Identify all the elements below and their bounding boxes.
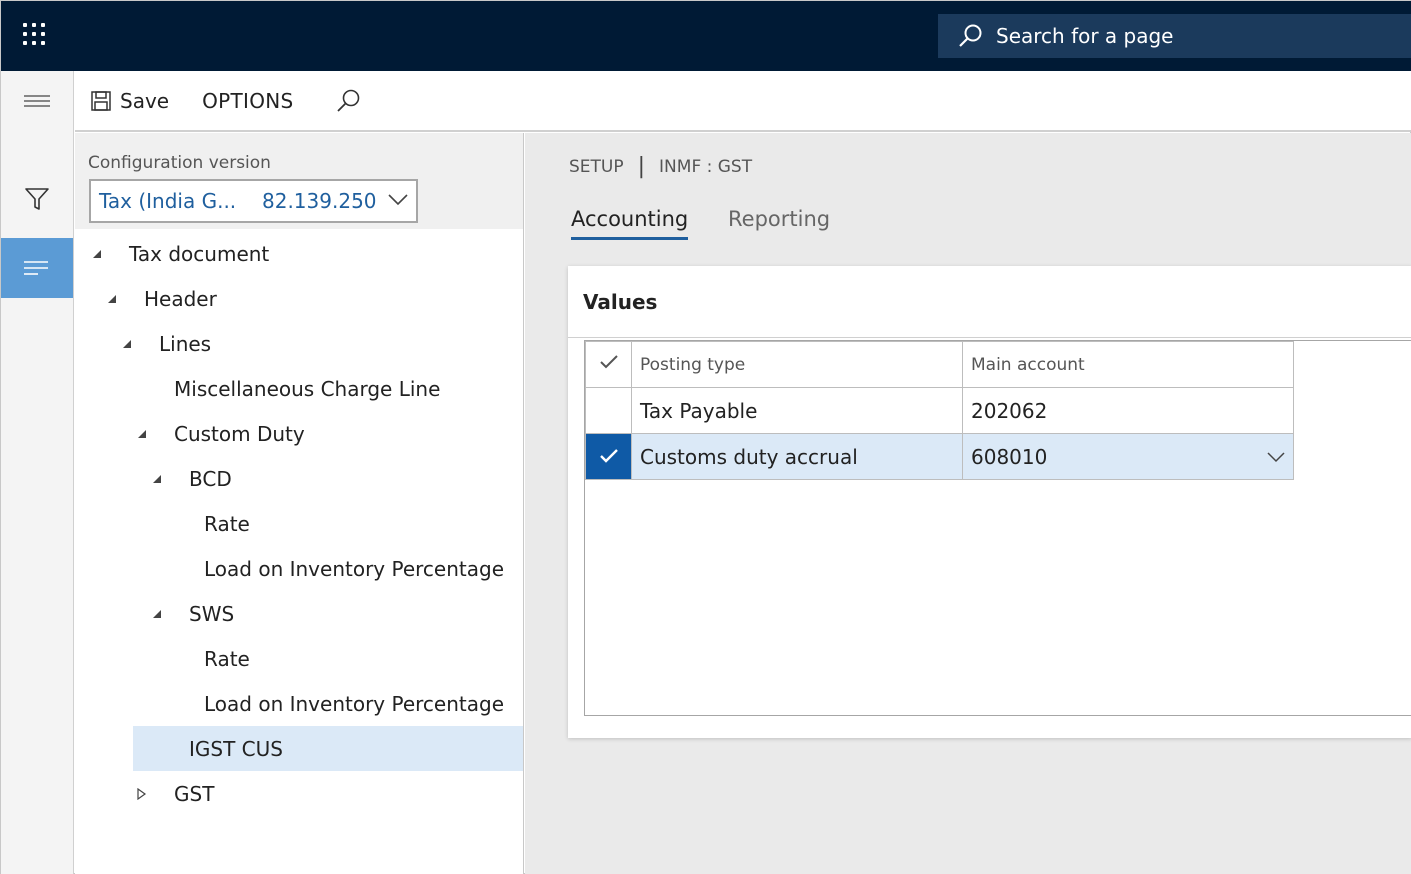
divider <box>568 337 1411 338</box>
tree-node[interactable]: Rate <box>75 501 523 546</box>
list-view-button[interactable] <box>1 238 73 298</box>
chevron-down-icon <box>388 194 408 206</box>
save-icon <box>91 90 111 111</box>
tree-node-label: Load on Inventory Percentage <box>204 691 504 716</box>
filter-icon <box>25 188 49 210</box>
tree-node-label: Lines <box>159 331 212 356</box>
hamburger-icon <box>24 95 50 107</box>
tree-node[interactable]: Custom Duty <box>75 411 523 456</box>
tree-node-label: Tax document <box>129 241 270 266</box>
values-card-title: Values <box>583 290 658 314</box>
nav-rail <box>1 71 74 874</box>
tree-node-label: SWS <box>189 601 235 626</box>
tree-node[interactable]: GST <box>75 771 523 816</box>
tree-panel: Configuration version Tax (India G... 82… <box>75 133 524 874</box>
save-label: Save <box>120 88 170 113</box>
main-account-value: 608010 <box>971 444 1048 469</box>
checkmark-icon <box>599 355 618 369</box>
tree-node[interactable]: Tax document <box>75 231 523 276</box>
values-card: Values Posting type Main account Tax Pay… <box>568 266 1411 738</box>
breadcrumb: SETUP | INMF : GST <box>569 154 752 179</box>
tree-node-label: Custom Duty <box>174 421 305 446</box>
tree-node[interactable]: Miscellaneous Charge Line <box>75 366 523 411</box>
configuration-version-number: 82.139.250 <box>262 189 377 213</box>
configuration-version-label: Configuration version <box>88 153 271 173</box>
configuration-area: Configuration version Tax (India G... 82… <box>75 133 523 229</box>
options-label: OPTIONS <box>202 88 294 113</box>
main-content: SETUP | INMF : GST Accounting Reporting … <box>525 133 1411 874</box>
configuration-name: Tax (India G... <box>99 189 237 213</box>
table-row-selected[interactable]: Customs duty accrual 608010 <box>585 433 1294 480</box>
tree-node-label: Rate <box>204 511 250 536</box>
checkmark-icon <box>599 448 618 463</box>
main-account-lookup[interactable]: 608010 <box>962 433 1294 480</box>
tab-accounting[interactable]: Accounting <box>571 207 689 240</box>
action-bar: Save OPTIONS <box>75 71 1411 132</box>
tree-node[interactable]: SWS <box>75 591 523 636</box>
tree-node-label: Header <box>144 286 217 311</box>
tree-node[interactable]: Load on Inventory Percentage <box>75 681 523 726</box>
breadcrumb-section: SETUP <box>569 156 624 177</box>
tree-node[interactable]: Header <box>75 276 523 321</box>
breadcrumb-separator: | <box>637 154 646 179</box>
find-button[interactable] <box>336 88 362 114</box>
search-box[interactable]: Search for a page <box>938 14 1411 58</box>
options-button[interactable]: OPTIONS <box>202 89 293 113</box>
grid-header-row: Posting type Main account <box>585 341 1294 388</box>
tree-node-label: Rate <box>204 646 250 671</box>
search-icon <box>336 89 359 112</box>
row-select-checkbox[interactable] <box>585 387 632 434</box>
search-placeholder: Search for a page <box>996 24 1174 48</box>
row-select-checkbox[interactable] <box>585 433 632 480</box>
save-button[interactable]: Save <box>90 89 169 113</box>
expanded-triangle-icon[interactable] <box>136 428 148 440</box>
column-header-posting-type[interactable]: Posting type <box>631 341 963 388</box>
breadcrumb-item: INMF : GST <box>659 156 753 177</box>
configuration-version-dropdown[interactable]: Tax (India G... 82.139.250 <box>89 179 418 223</box>
tree-node-label: Miscellaneous Charge Line <box>174 376 441 401</box>
search-icon <box>959 24 982 47</box>
main-account-cell[interactable]: 202062 <box>962 387 1294 434</box>
expanded-triangle-icon[interactable] <box>151 473 163 485</box>
expanded-triangle-icon[interactable] <box>121 338 133 350</box>
tree-node[interactable]: Lines <box>75 321 523 366</box>
tree-node-label: GST <box>174 781 215 806</box>
table-row[interactable]: Tax Payable 202062 <box>585 387 1294 434</box>
tree-node[interactable]: IGST CUS <box>133 726 523 771</box>
hamburger-menu-button[interactable] <box>1 71 73 131</box>
app-launcher-icon[interactable] <box>23 23 49 49</box>
tree-node-label: BCD <box>189 466 232 491</box>
top-bar: Search for a page <box>1 1 1411 71</box>
tree-node[interactable]: Rate <box>75 636 523 681</box>
select-all-checkbox[interactable] <box>585 341 632 388</box>
tree-node[interactable]: BCD <box>75 456 523 501</box>
expanded-triangle-icon[interactable] <box>106 293 118 305</box>
chevron-down-icon[interactable] <box>1267 451 1285 463</box>
collapsed-triangle-icon[interactable] <box>136 787 148 800</box>
tree-node-label: IGST CUS <box>189 736 283 761</box>
filter-button[interactable] <box>1 169 73 229</box>
tree-node[interactable]: Load on Inventory Percentage <box>75 546 523 591</box>
tree-node-label: Load on Inventory Percentage <box>204 556 504 581</box>
values-grid: Posting type Main account Tax Payable 20… <box>584 340 1411 716</box>
posting-type-cell[interactable]: Customs duty accrual <box>631 433 963 480</box>
expanded-triangle-icon[interactable] <box>151 608 163 620</box>
tab-reporting[interactable]: Reporting <box>728 207 830 231</box>
list-icon <box>24 261 48 275</box>
posting-type-cell[interactable]: Tax Payable <box>631 387 963 434</box>
column-header-main-account[interactable]: Main account <box>962 341 1294 388</box>
expanded-triangle-icon[interactable] <box>91 248 103 260</box>
